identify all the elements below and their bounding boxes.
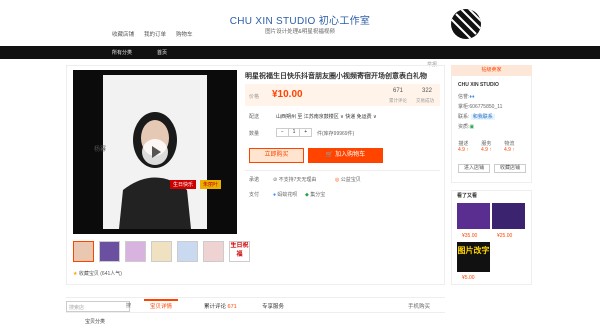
nav-all-categories[interactable]: 所有分类 [112, 49, 132, 56]
desc-value: 4.9 ↑ [458, 147, 469, 153]
phone-buy[interactable]: 手机购买 [408, 302, 430, 310]
price-value: ¥10.00 [272, 89, 303, 100]
recommend-price-1: ¥35.00 [462, 233, 478, 239]
buy-now-button[interactable]: 立即购买 [249, 148, 304, 163]
price-label: 价格 [249, 94, 260, 100]
thumbnail-strip: 生日祝福 [73, 241, 255, 262]
store-subtitle: 图片设计处理&明星祝福视频 [265, 29, 335, 35]
recommend-item-3-text: 图片改字 [457, 246, 490, 255]
sales-label: 累计评论 [389, 98, 407, 103]
tab-detail[interactable]: 宝贝详情 [144, 299, 179, 310]
thumbnail-1[interactable] [73, 241, 94, 262]
stock-text: 件(库存99969件) [317, 131, 355, 137]
collect-item[interactable]: ★ 收藏宝贝 (641人气) [73, 270, 122, 277]
rep-label: 信誉: [458, 94, 470, 100]
promise-2: ◎ 公益宝贝 [335, 176, 361, 183]
thumbnail-4[interactable] [151, 241, 172, 262]
pay-2: ◆ 集分宝 [305, 191, 325, 198]
shipping-label: 配送 [249, 114, 260, 120]
quantity-stepper[interactable]: − 1 + [276, 128, 312, 137]
video-tag-name: 朱丽叶 [200, 180, 222, 189]
shop-name[interactable]: CHU XIN STUDIO [458, 82, 499, 88]
tab-reviews[interactable]: 累计评论 671 [204, 302, 237, 310]
thumbnail-6[interactable] [203, 241, 224, 262]
shop-level: 钻级卖家 [451, 65, 532, 76]
recommend-price-2: ¥25.00 [497, 233, 513, 239]
fav-shop-button[interactable]: 收藏店铺 [494, 164, 526, 173]
star-icon: ★ [73, 271, 78, 277]
logistic-value: 4.9 ↑ [504, 147, 515, 153]
desc-score: 描述 4.9 ↑ [458, 140, 469, 153]
thumbnail-7[interactable]: 生日祝福 [229, 241, 250, 262]
service-value: 4.9 ↑ [481, 147, 492, 153]
qty-minus[interactable]: − [277, 129, 288, 136]
contact-label: 联系: [458, 114, 470, 120]
shop-quality: 资质:▣ [458, 123, 474, 130]
promise-label: 承诺 [249, 177, 260, 183]
sales-count[interactable]: 671 [393, 88, 403, 94]
recommend-title: 看了又看 [457, 193, 478, 199]
pay-2-text: 集分宝 [310, 192, 326, 198]
logo-stripes-icon [451, 9, 481, 39]
pay-label: 支付 [249, 192, 260, 198]
promise-1-text: 不支持7天无理由 [278, 177, 317, 183]
tab-reviews-label: 累计评论 [204, 304, 227, 310]
recommend-item-3[interactable]: 图片改字 [457, 242, 490, 272]
logistic-label: 物流 [504, 141, 515, 147]
nav-bar: 所有分类 首页 [0, 46, 600, 59]
qty-plus[interactable]: + [300, 129, 311, 136]
thumbnail-7-label: 生日祝福 [230, 243, 249, 258]
recommend-item-1[interactable] [457, 203, 490, 229]
thumbnail-5[interactable] [177, 241, 198, 262]
shop-owner: 掌柜:606775850_11 [458, 103, 502, 110]
video-caption: 杨幂 [94, 147, 107, 153]
service-label: 服务 [481, 141, 492, 147]
nav-home[interactable]: 首页 [157, 49, 167, 56]
add-to-cart-button[interactable]: 🛒 加入购物车 [308, 148, 383, 163]
logistic-score: 物流 4.9 ↑ [504, 140, 515, 153]
shipping-value[interactable]: 山西朔州 至 江苏南京鼓楼区 ∨ 快递 免运费 ∨ [276, 113, 377, 120]
owner-value[interactable]: 606775850_11 [469, 104, 502, 110]
collect-label: 收藏宝贝 (641人气) [78, 271, 122, 277]
play-icon[interactable] [142, 139, 168, 165]
pay-1-text: 蚂蚁花呗 [277, 192, 298, 198]
contact-button[interactable]: 和我联系 [470, 114, 495, 120]
tab-services[interactable]: 专享服务 [262, 302, 284, 310]
owner-label: 掌柜: [458, 104, 470, 110]
thumbnail-3[interactable] [125, 241, 146, 262]
product-title: 明星祝福生日快乐抖音朋友圈小视频寄宿开场创意表白礼物 [245, 73, 427, 80]
cart-icon: 🛒 [325, 152, 336, 158]
store-logo [451, 9, 481, 39]
diamond-icon: ♦♦ [469, 94, 475, 100]
shop-search-input[interactable]: 搜索店 [66, 301, 130, 312]
thumbnail-2[interactable] [99, 241, 120, 262]
divider [245, 170, 440, 171]
promise-2-text: 公益宝贝 [340, 177, 361, 183]
recommend-price-3: ¥5.00 [462, 275, 475, 281]
promise-1: ⊘ 不支持7天无理由 [273, 176, 316, 183]
desc-label: 描述 [458, 141, 469, 147]
shop-rep: 信誉:♦♦ [458, 93, 475, 100]
add-to-cart-label: 加入购物车 [335, 152, 366, 158]
video-tag: 生日快乐 [170, 180, 197, 189]
shop-contact: 联系: 和我联系 [458, 113, 495, 120]
pay-1: ● 蚂蚁花呗 [273, 191, 297, 198]
enter-shop-button[interactable]: 进入店铺 [458, 164, 490, 173]
quality-badge-icon: ▣ [469, 124, 475, 130]
qty-label: 数量 [249, 131, 260, 137]
qty-value[interactable]: 1 [287, 129, 301, 136]
search-button[interactable]: 搜 [126, 302, 131, 309]
recommend-item-2[interactable] [492, 203, 525, 229]
service-score: 服务 4.9 ↑ [481, 140, 492, 153]
store-title: CHU XIN STUDIO 初心工作室 [229, 16, 371, 27]
quality-label: 资质: [458, 124, 470, 130]
trade-label: 交易成功 [416, 98, 434, 103]
review-count: 671 [227, 304, 237, 310]
trade-count: 322 [422, 88, 433, 94]
